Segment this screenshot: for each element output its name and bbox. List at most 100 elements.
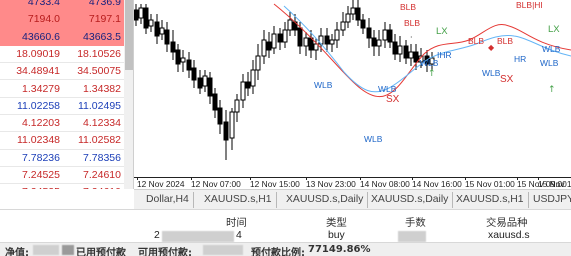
margin-level-value: 77149.86% [308,244,371,255]
candle-body [180,57,186,63]
hr-label: HR [514,54,526,64]
trade-symbol: xauusd.s [488,230,530,241]
candle-body [202,75,208,87]
candle-body [134,9,139,21]
wlb-label: WLB [482,68,501,78]
quotes-scrollbar[interactable] [124,0,133,189]
time-axis-label: 12 Nov 15:00 [250,177,300,189]
redacted-lots [398,231,426,242]
lx-label: LX [548,24,560,35]
chart-tab[interactable]: XAUUSD.s,H1 [452,192,529,208]
trade-type: buy [328,230,345,241]
candle-body [223,121,229,141]
quote-row[interactable]: 7.245257.24610 [0,167,124,185]
candle-body [324,35,330,45]
quote-row[interactable]: 43660.6 43663.5 [0,28,124,46]
blb-label: BLB [497,36,513,46]
sell-arrow-icon: ◆ [488,43,495,52]
sx-label: SX [500,74,514,85]
redacted-net [33,245,59,255]
chart-tab[interactable]: XAUUSD.s,Daily [367,192,454,208]
ask-price: 7197.1 [62,11,124,29]
quote-row[interactable]: 18.09019 18.10526 [0,46,124,64]
trade-time-right: 4 [236,230,242,241]
column-header-time[interactable]: 时间 [226,214,247,229]
column-header-lots[interactable]: 手数 [405,214,426,229]
ask-price: 4736.9 [62,0,124,12]
candle-body [392,41,398,55]
chart-tab[interactable]: XAUUSD.s,H1 [200,192,277,208]
candle-body [159,27,165,35]
ask-price: 7.24610 [83,169,121,181]
quote-row[interactable]: 4.12203 4.12334 [0,115,124,133]
wlb-label: WLB [378,84,397,94]
candle-body [234,99,240,113]
sx-label: SX [386,94,400,105]
bid-price: 7.24525 [0,184,62,189]
candle-body [143,7,149,29]
bid-price: 18.09019 [16,47,60,60]
quote-row[interactable]: 11.02348 11.02582 [0,132,124,150]
blb-label: BLB [468,36,484,46]
wlb-label: WLB [542,44,561,54]
quote-row[interactable]: 7194.0 7197.1 [0,11,124,29]
chart-canvas: WLB WLB WLB WLB WLB WLB WLB BLB BLB BLB BLB|HI LX LX… [134,0,571,160]
time-axis: 12 Nov 2024 12 Nov 07:00 12 Nov 15:00 13 No… [134,177,571,189]
account-summary-bar: 净值: 已用预付款 可用预付款: 预付款比例: 77149.86% [0,242,571,256]
candle-body [175,49,181,65]
wlb-label: WLB [540,58,559,68]
candle-body [413,51,419,63]
candle-body [360,19,366,29]
bid-price: 34.48941 [16,65,60,78]
quote-row[interactable]: 34.48941 34.50075 [0,63,124,81]
time-axis-label: 14 Nov 08:00 [360,177,410,189]
scrollbar-thumb[interactable] [125,0,133,70]
bid-price: 4733.4 [0,0,62,12]
bid-price: 7.78236 [22,151,60,164]
candle-body [334,29,340,41]
quote-row[interactable]: 7.245257.24610 [0,184,124,189]
trading-terminal: 4733.4 4736.9 7194.0 7197.1 43660.6 43663.5 18… [0,0,571,256]
quote-row[interactable]: 11.02258 11.02495 [0,98,124,116]
candle-body [255,55,261,71]
candle-body [212,93,218,111]
candle-body [170,41,176,53]
candle-body [207,77,213,97]
candle-body [303,37,309,47]
candle-body [387,29,393,43]
candle-body [340,21,346,31]
chart-tab[interactable]: Dollar,H4 [142,192,194,208]
buy-arrow-icon: ↑ [428,69,436,79]
bid-price: 1.34279 [22,82,60,95]
candle-body [148,19,154,27]
time-axis-label: 15 Nov 17 [538,177,571,189]
candle-body [297,27,303,47]
bid-price: 4.12203 [22,117,60,130]
candle-body [164,29,170,45]
lx-label: LX [436,26,448,37]
quote-row[interactable]: 7.78236 7.78356 [0,150,124,167]
bid-price: 43660.6 [0,28,62,46]
column-header-symbol[interactable]: 交易品种 [486,214,528,229]
marker-icon: · [410,33,413,42]
price-chart[interactable]: WLB WLB WLB WLB WLB WLB WLB BLB BLB BLB BLB|HI LX LX… [134,0,571,177]
time-axis-label: 12 Nov 07:00 [191,177,241,189]
wlb-label: WLB [314,80,333,90]
quote-row[interactable]: 1.34279 1.34382 [0,81,124,98]
chart-tab[interactable]: XAUUSD.s,Daily [282,192,369,208]
candle-body [250,69,256,87]
ask-price: 11.02582 [77,134,121,147]
quote-row[interactable]: 4733.4 4736.9 [0,0,124,12]
ask-price: 18.10526 [77,47,121,60]
trade-time-left: 2 [154,230,160,241]
candle-body [138,7,144,19]
candle-body [355,7,361,21]
wlb-label: WLB [364,134,383,144]
candle-body [277,33,283,43]
market-watch-panel: 4733.4 4736.9 7194.0 7197.1 43660.6 43663.5 18… [0,0,134,189]
time-axis-label: 12 Nov 2024 [137,177,185,189]
chart-tab[interactable]: USDJPY, [529,192,571,208]
ask-price: 34.50075 [77,65,121,78]
ask-price: 11.02495 [77,99,121,112]
column-header-type[interactable]: 类型 [326,214,347,229]
